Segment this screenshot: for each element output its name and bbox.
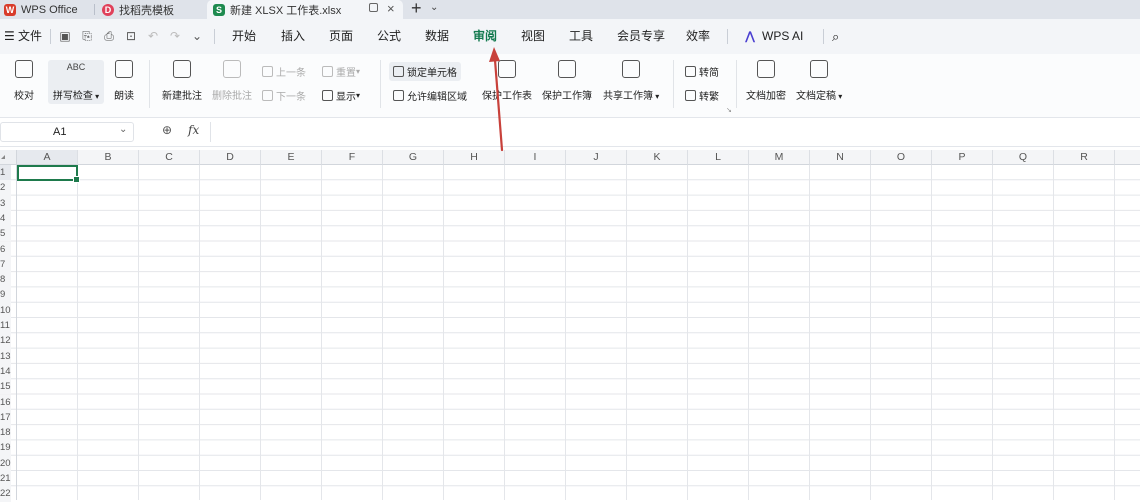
annotation-arrow xyxy=(489,47,504,152)
